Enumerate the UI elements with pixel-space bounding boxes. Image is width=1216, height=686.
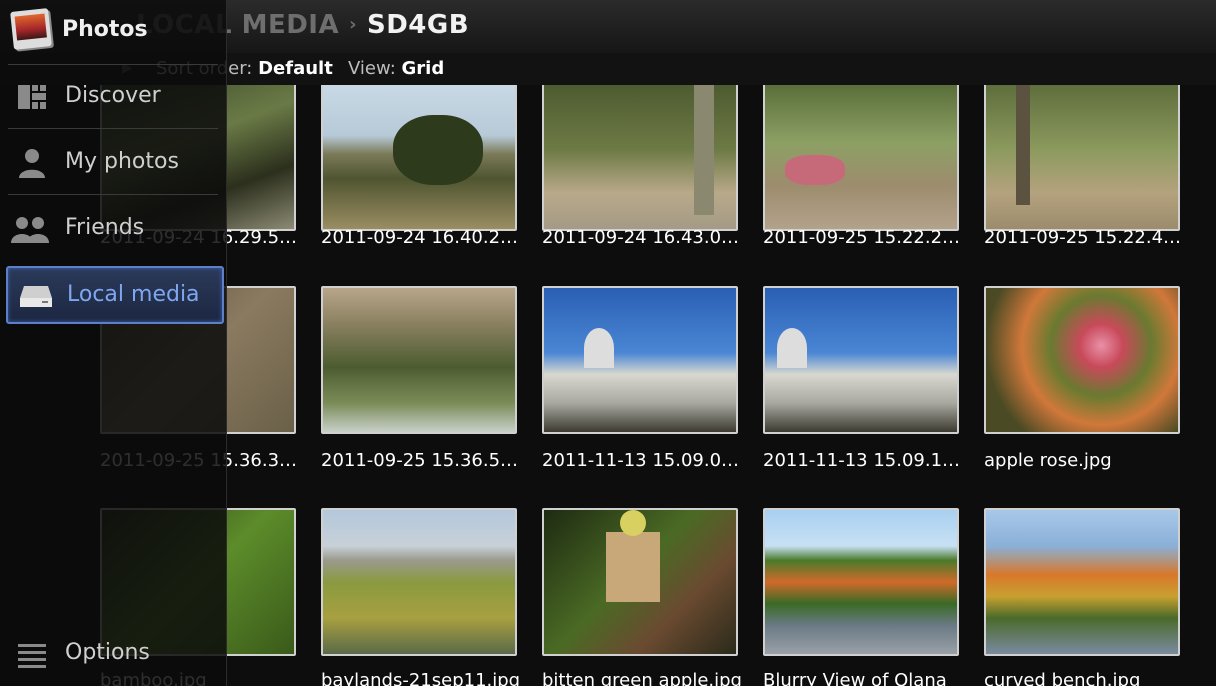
view-mode-label: View: bbox=[348, 58, 396, 79]
photo-thumbnail bbox=[763, 85, 959, 231]
nav-item-local-media[interactable]: Local media bbox=[6, 266, 224, 324]
divider bbox=[8, 128, 218, 129]
photo-thumbnail bbox=[984, 85, 1180, 231]
photo-thumbnail bbox=[321, 508, 517, 656]
photo-caption: 2011-09-24 16.40.23.j... bbox=[321, 227, 521, 248]
photo-thumbnail bbox=[763, 286, 959, 434]
navigation-drawer: Photos Discover My photos Friends Local … bbox=[0, 0, 227, 686]
photo-caption: 2011-09-25 15.22.27.j... bbox=[763, 227, 963, 248]
photo-thumbnail bbox=[763, 508, 959, 656]
nav-label: Local media bbox=[67, 282, 200, 307]
nav-label: Friends bbox=[65, 215, 145, 240]
options-button[interactable]: Options bbox=[6, 630, 220, 680]
breadcrumb-separator-icon: › bbox=[349, 14, 357, 35]
nav-item-my-photos[interactable]: My photos bbox=[6, 135, 220, 189]
divider bbox=[8, 194, 218, 195]
photo-caption: 2011-11-13 15.09.06.j... bbox=[542, 450, 742, 471]
breadcrumb-current: SD4GB bbox=[367, 10, 470, 40]
photo-thumbnail bbox=[542, 85, 738, 231]
nav-label: My photos bbox=[65, 149, 179, 174]
photo-thumbnail bbox=[984, 286, 1180, 434]
photo-caption: 2011-09-24 16.43.01.j... bbox=[542, 227, 742, 248]
nav-item-discover[interactable]: Discover bbox=[6, 69, 220, 123]
photo-thumbnail bbox=[984, 508, 1180, 656]
divider bbox=[8, 64, 218, 65]
photo-caption: baylands-21sep11.jpg bbox=[321, 670, 521, 686]
view-mode-value: Grid bbox=[401, 58, 445, 79]
menu-icon bbox=[18, 644, 46, 668]
photo-thumbnail bbox=[321, 286, 517, 434]
photos-app-icon bbox=[10, 8, 52, 50]
discover-icon bbox=[18, 85, 46, 109]
storage-icon bbox=[20, 286, 52, 307]
photo-thumbnail bbox=[321, 85, 517, 231]
app-title[interactable]: Photos bbox=[0, 0, 226, 62]
photo-caption: 2011-09-25 15.36.58.j... bbox=[321, 450, 521, 471]
person-icon bbox=[19, 149, 45, 178]
view-mode-selector[interactable]: View: Grid bbox=[348, 58, 444, 79]
photo-caption: bitten green apple.jpg bbox=[542, 670, 742, 686]
photo-caption: curved bench.jpg bbox=[984, 670, 1141, 686]
options-label: Options bbox=[65, 640, 150, 665]
photo-caption: 2011-11-13 15.09.17.j... bbox=[763, 450, 963, 471]
nav-label: Discover bbox=[65, 83, 161, 108]
photo-caption: Blurry View of Olana bbox=[763, 670, 947, 686]
nav-item-friends[interactable]: Friends bbox=[6, 201, 220, 255]
sort-order-value: Default bbox=[258, 58, 333, 79]
photo-caption: 2011-09-25 15.22.41.j... bbox=[984, 227, 1184, 248]
photo-caption: apple rose.jpg bbox=[984, 450, 1112, 471]
app-name: Photos bbox=[62, 17, 148, 42]
photo-thumbnail bbox=[542, 286, 738, 434]
friends-icon bbox=[11, 217, 49, 243]
photo-thumbnail bbox=[542, 508, 738, 656]
